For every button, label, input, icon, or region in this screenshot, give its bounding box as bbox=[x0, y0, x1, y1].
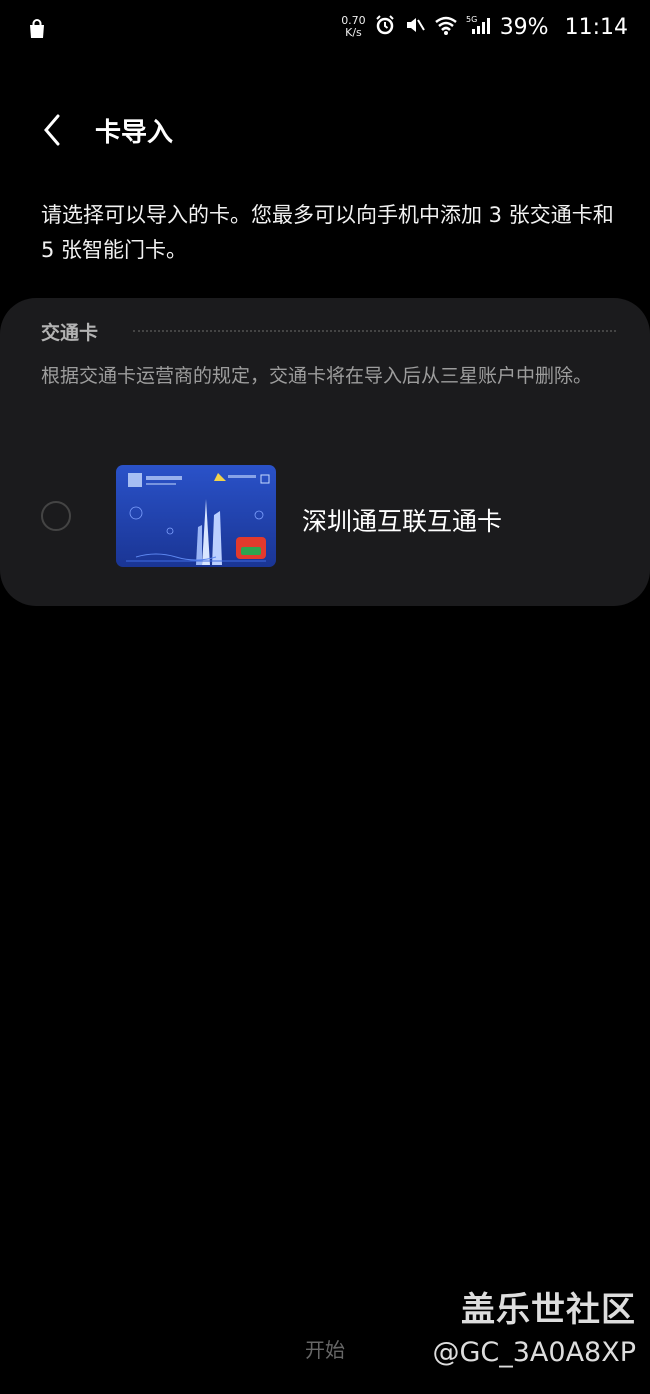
chevron-left-icon bbox=[34, 114, 74, 156]
card-name: 深圳通互联互通卡 bbox=[302, 507, 503, 536]
svg-text:5G: 5G bbox=[466, 15, 477, 24]
card-list-item[interactable]: 深圳通互联互通卡 bbox=[0, 458, 650, 568]
section-description: 根据交通卡运营商的规定，交通卡将在导入后从三星账户中删除。 bbox=[41, 365, 593, 387]
section-title: 交通卡 bbox=[41, 322, 99, 344]
app-bar: 卡导入 bbox=[0, 100, 650, 160]
speed-unit: K/s bbox=[345, 26, 362, 39]
transit-card-panel: 交通卡 根据交通卡运营商的规定，交通卡将在导入后从三星账户中删除。 深圳通互联互… bbox=[0, 298, 650, 606]
shopping-bag-icon bbox=[26, 18, 48, 44]
clock: 11:14 bbox=[564, 14, 628, 40]
back-button[interactable] bbox=[34, 104, 74, 152]
network-speed: 0.70 K/s bbox=[341, 15, 366, 39]
battery-level: 39% bbox=[499, 14, 549, 40]
wifi-icon bbox=[434, 14, 458, 40]
intro-text: 请选择可以导入的卡。您最多可以向手机中添加 3 张交通卡和 5 张智能门卡。 bbox=[41, 203, 614, 262]
alarm-icon bbox=[374, 14, 396, 40]
page-title: 卡导入 bbox=[95, 118, 174, 148]
card-select-radio[interactable] bbox=[41, 501, 71, 531]
status-bar: 0.70 K/s 5G 39% 11:14 bbox=[0, 0, 650, 60]
watermark: 盖乐世社区 @GC_3A0A8XP bbox=[432, 1282, 636, 1368]
watermark-title: 盖乐世社区 bbox=[461, 1290, 636, 1330]
mute-icon bbox=[404, 14, 426, 40]
signal-5g-icon: 5G bbox=[466, 14, 492, 40]
watermark-user: @GC_3A0A8XP bbox=[432, 1337, 636, 1368]
section-header: 交通卡 bbox=[41, 318, 616, 344]
card-image bbox=[116, 465, 276, 567]
section-divider bbox=[133, 330, 616, 332]
